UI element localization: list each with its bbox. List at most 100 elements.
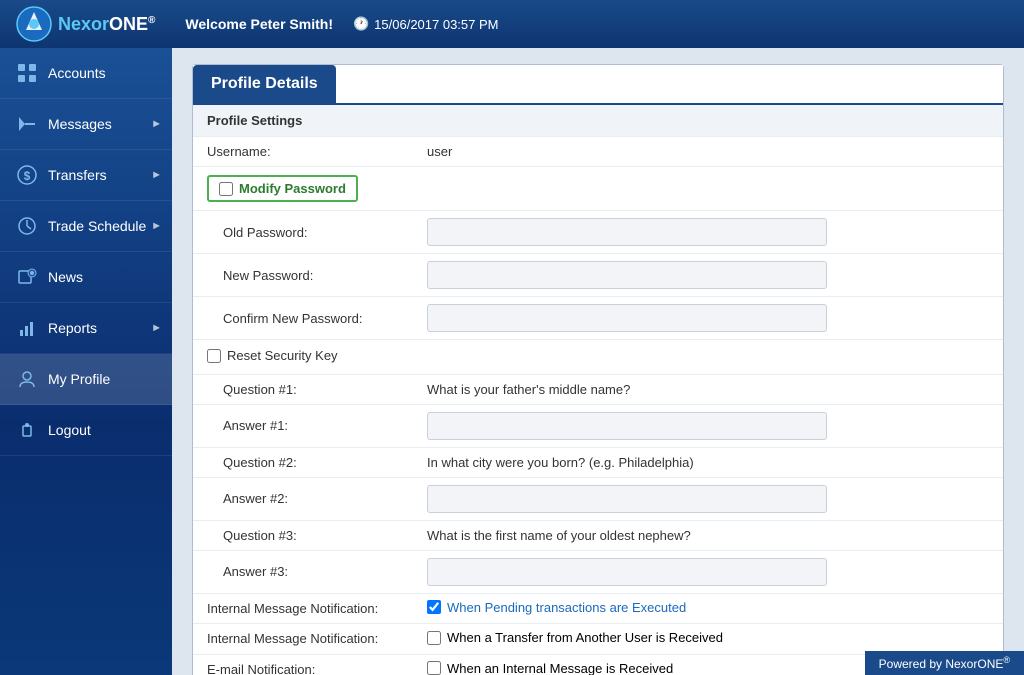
reports-icon — [16, 317, 38, 339]
footer: Powered by NexorONE® — [865, 651, 1024, 675]
clock-icon: 🕐 — [353, 16, 369, 32]
answer3-cell — [413, 550, 1003, 593]
notification-type-1: Internal Message Notification: — [193, 624, 413, 655]
confirm-password-cell — [413, 297, 1003, 340]
profile-settings-label: Profile Settings — [193, 105, 1003, 137]
notification-label-2[interactable]: When an Internal Message is Received — [427, 661, 673, 675]
sidebar-label-trade-schedule: Trade Schedule — [48, 218, 146, 234]
trade-schedule-icon — [16, 215, 38, 237]
answer2-input[interactable] — [427, 485, 827, 513]
sidebar-item-transfers[interactable]: $ Transfers ► — [0, 150, 172, 201]
notification-type-0: Internal Message Notification: — [193, 593, 413, 624]
notification-text-1: When a Transfer from Another User is Rec… — [447, 630, 723, 645]
new-password-label: New Password: — [193, 254, 413, 297]
news-icon — [16, 266, 38, 288]
modify-password-label[interactable]: Modify Password — [207, 175, 358, 202]
sidebar-label-news: News — [48, 269, 83, 285]
app-header: NexorONE® Welcome Peter Smith! 🕐 15/06/2… — [0, 0, 1024, 48]
profile-table: Profile Settings Username: user Modify P… — [193, 105, 1003, 675]
reset-security-text: Reset Security Key — [227, 348, 338, 363]
question2-row: Question #2: In what city were you born?… — [193, 447, 1003, 477]
confirm-password-label: Confirm New Password: — [193, 297, 413, 340]
old-password-input[interactable] — [427, 218, 827, 246]
answer3-input[interactable] — [427, 558, 827, 586]
card-header-wrapper: Profile Details — [193, 65, 1003, 105]
sidebar-label-transfers: Transfers — [48, 167, 107, 183]
logout-icon — [16, 419, 38, 441]
main-content: Profile Details Profile Settings Usernam… — [172, 48, 1024, 675]
sidebar-item-news[interactable]: News — [0, 252, 172, 303]
old-password-cell — [413, 211, 1003, 254]
sidebar-label-accounts: Accounts — [48, 65, 106, 81]
modify-password-checkbox[interactable] — [219, 182, 233, 196]
answer1-label: Answer #1: — [193, 404, 413, 447]
question2-label: Question #2: — [193, 447, 413, 477]
new-password-row: New Password: — [193, 254, 1003, 297]
reset-security-label[interactable]: Reset Security Key — [207, 348, 338, 363]
notification-checkbox-1[interactable] — [427, 631, 441, 645]
sidebar-item-my-profile[interactable]: My Profile — [0, 354, 172, 405]
notification-value-0: When Pending transactions are Executed — [413, 593, 1003, 624]
notification-row-0: Internal Message Notification: When Pend… — [193, 593, 1003, 624]
header-datetime: 🕐 15/06/2017 03:57 PM — [353, 16, 499, 32]
sidebar-label-my-profile: My Profile — [48, 371, 110, 387]
confirm-password-row: Confirm New Password: — [193, 297, 1003, 340]
answer3-label: Answer #3: — [193, 550, 413, 593]
question2-value: In what city were you born? (e.g. Philad… — [413, 447, 1003, 477]
new-password-cell — [413, 254, 1003, 297]
transfers-arrow: ► — [151, 169, 162, 181]
answer1-cell — [413, 404, 1003, 447]
notification-type-2: E-mail Notification: — [193, 654, 413, 675]
question3-label: Question #3: — [193, 520, 413, 550]
logo-one: ONE — [109, 14, 148, 34]
new-password-input[interactable] — [427, 261, 827, 289]
answer1-input[interactable] — [427, 412, 827, 440]
username-label: Username: — [193, 137, 413, 167]
notification-label-1[interactable]: When a Transfer from Another User is Rec… — [427, 630, 723, 645]
logo: NexorONE® — [16, 6, 155, 42]
sidebar-item-messages[interactable]: Messages ► — [0, 99, 172, 150]
sidebar-item-logout[interactable]: Logout — [0, 405, 172, 456]
sidebar-label-reports: Reports — [48, 320, 97, 336]
answer3-row: Answer #3: — [193, 550, 1003, 593]
logo-nexor: Nexor — [58, 14, 109, 34]
notification-text-0: When Pending transactions are Executed — [447, 600, 686, 615]
notification-checkbox-0[interactable] — [427, 600, 441, 614]
confirm-password-input[interactable] — [427, 304, 827, 332]
profile-settings-header: Profile Settings — [193, 105, 1003, 137]
reset-security-cell: Reset Security Key — [193, 340, 1003, 375]
question1-label: Question #1: — [193, 374, 413, 404]
accounts-icon — [16, 62, 38, 84]
logo-icon — [16, 6, 52, 42]
answer2-label: Answer #2: — [193, 477, 413, 520]
logo-trademark: ® — [148, 15, 155, 26]
sidebar: Accounts Messages ► $ Transfers ► — [0, 48, 172, 675]
my-profile-icon — [16, 368, 38, 390]
question3-row: Question #3: What is the first name of y… — [193, 520, 1003, 550]
sidebar-item-reports[interactable]: Reports ► — [0, 303, 172, 354]
layout: Accounts Messages ► $ Transfers ► — [0, 48, 1024, 675]
question1-value: What is your father's middle name? — [413, 374, 1003, 404]
sidebar-item-accounts[interactable]: Accounts — [0, 48, 172, 99]
footer-text: Powered by NexorONE® — [879, 657, 1010, 671]
old-password-row: Old Password: — [193, 211, 1003, 254]
sidebar-item-trade-schedule[interactable]: Trade Schedule ► — [0, 201, 172, 252]
logo-text: NexorONE® — [58, 14, 155, 35]
username-row: Username: user — [193, 137, 1003, 167]
old-password-label: Old Password: — [193, 211, 413, 254]
notification-value-1: When a Transfer from Another User is Rec… — [413, 624, 1003, 655]
notification-text-2: When an Internal Message is Received — [447, 661, 673, 675]
svg-text:$: $ — [24, 169, 31, 183]
notification-row-1: Internal Message Notification: When a Tr… — [193, 624, 1003, 655]
messages-icon — [16, 113, 38, 135]
question1-row: Question #1: What is your father's middl… — [193, 374, 1003, 404]
reset-security-checkbox[interactable] — [207, 349, 221, 363]
profile-details-card: Profile Details Profile Settings Usernam… — [192, 64, 1004, 675]
sidebar-label-messages: Messages — [48, 116, 112, 132]
notification-label-0[interactable]: When Pending transactions are Executed — [427, 600, 686, 615]
trade-schedule-arrow: ► — [151, 220, 162, 232]
reports-arrow: ► — [151, 322, 162, 334]
notification-checkbox-2[interactable] — [427, 661, 441, 675]
modify-password-row: Modify Password — [193, 167, 1003, 211]
sidebar-label-logout: Logout — [48, 422, 91, 438]
